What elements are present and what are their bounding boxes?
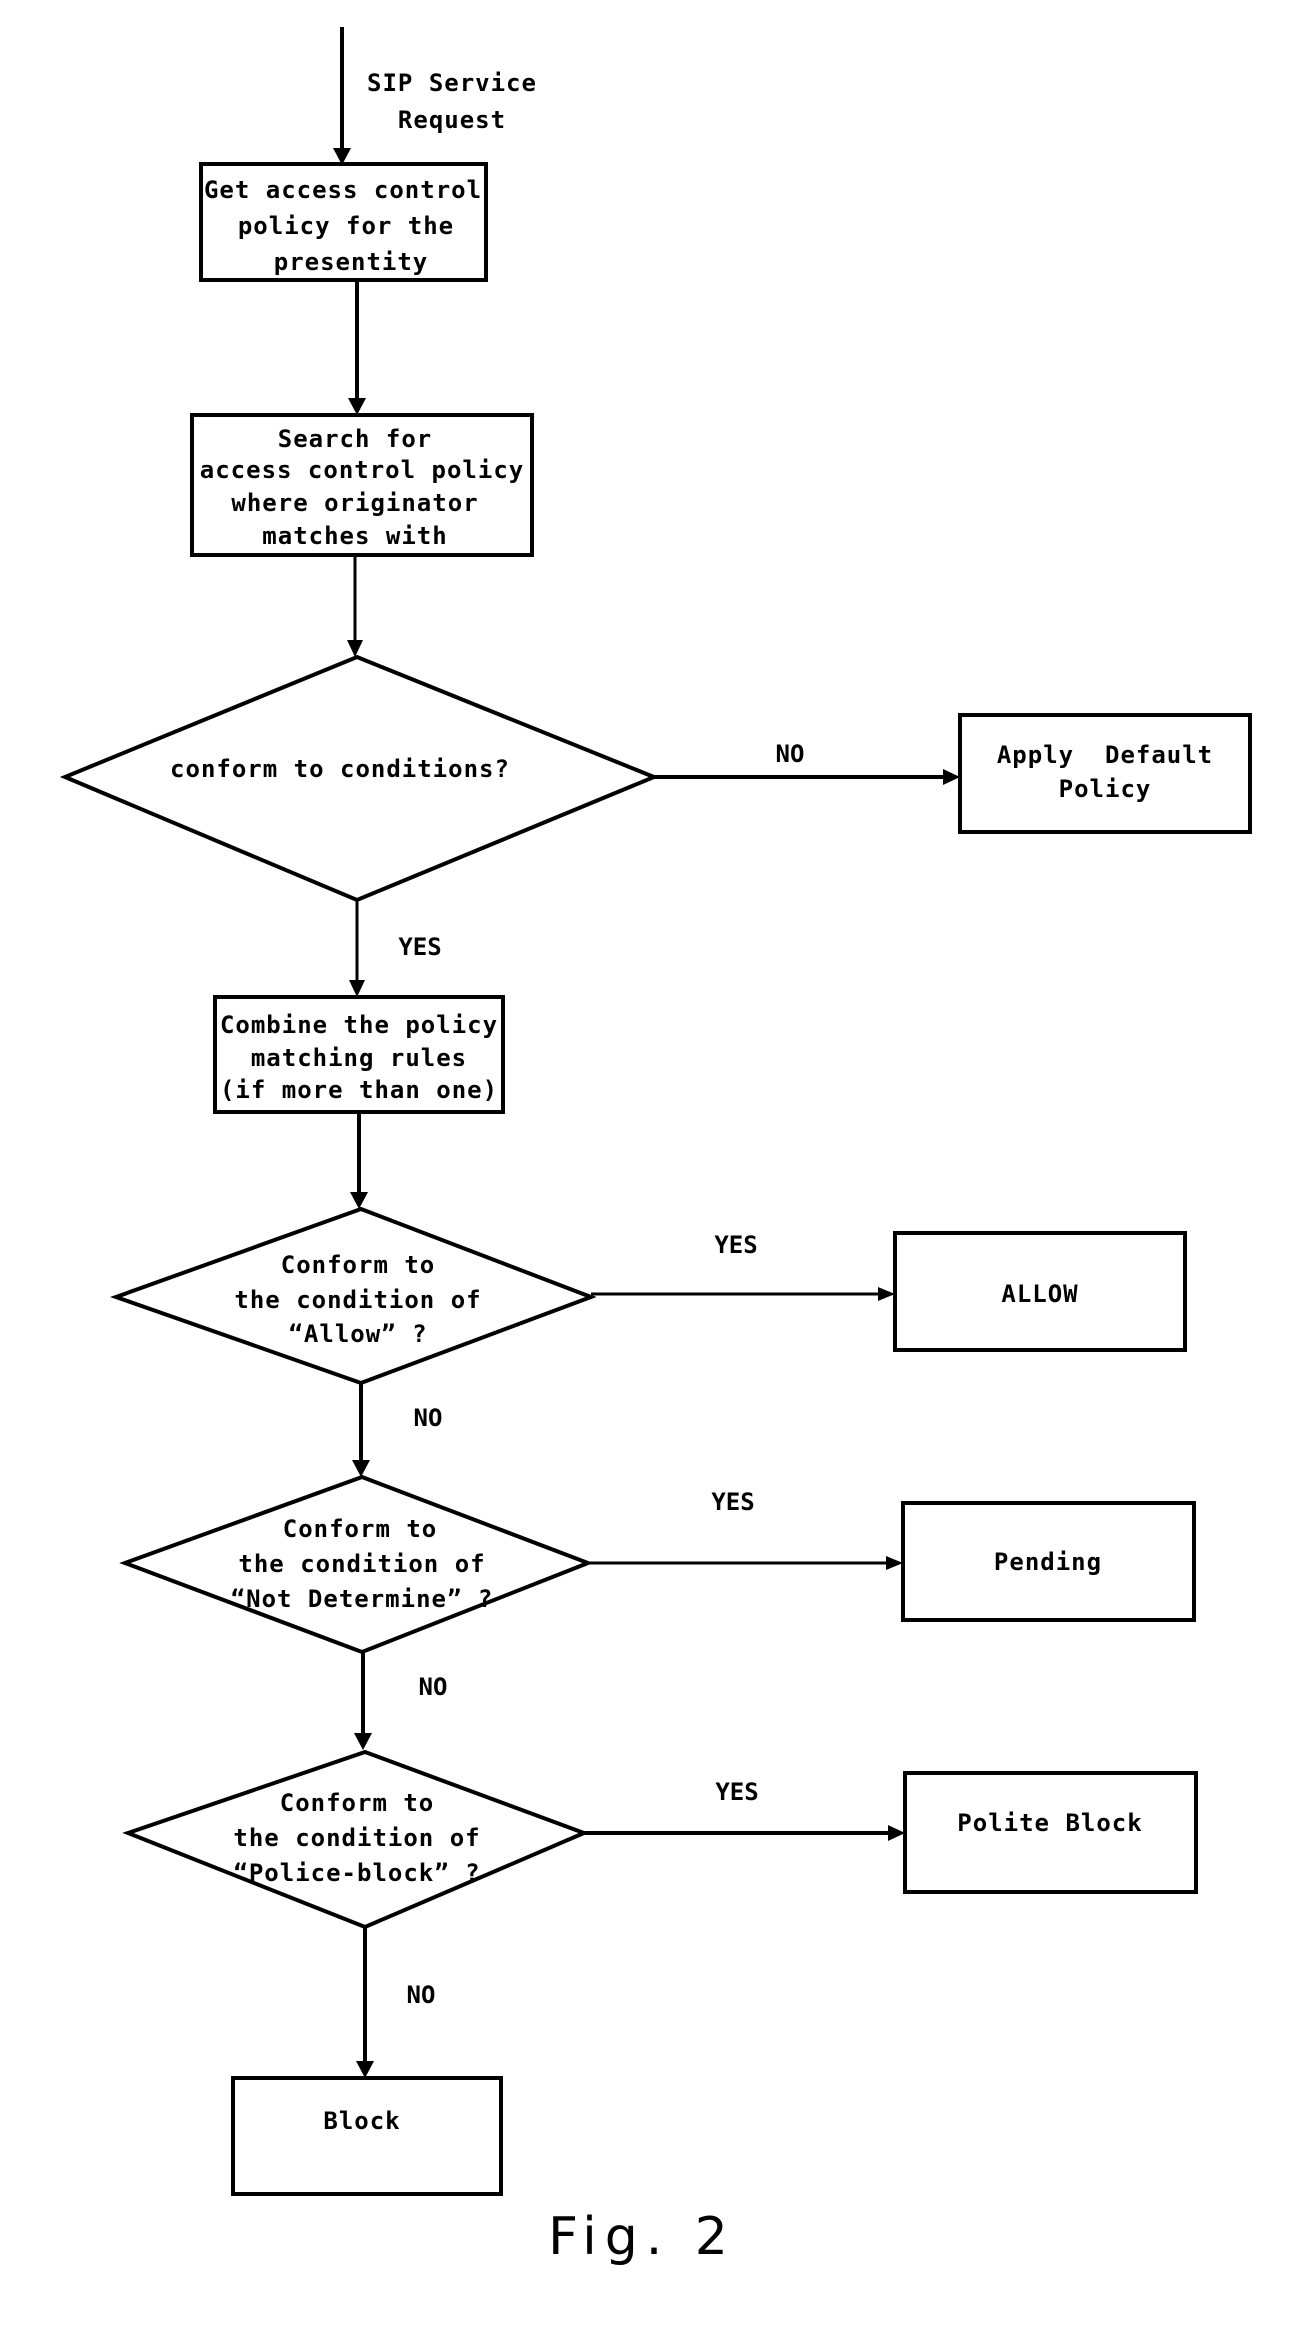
decision-label-line: “Allow” ?	[288, 1320, 427, 1348]
node-block: Block	[231, 2076, 503, 2196]
node-get-policy: Get access control policy for the presen…	[199, 162, 488, 282]
process-box	[231, 2076, 503, 2196]
decision-not-determine: Conform to the condition of “Not Determi…	[119, 1474, 594, 1655]
arrowhead-icon	[943, 769, 960, 785]
arrowhead-icon	[356, 2061, 374, 2078]
flowchart: SIP Service Request Get access control p…	[59, 27, 1252, 2267]
edge-label-yes: YES	[714, 1231, 757, 1259]
entry-label: SIP Service Request	[367, 69, 537, 134]
decision-label-line: “Not Determine” ?	[231, 1585, 494, 1613]
arrowhead-icon	[352, 1460, 370, 1477]
arrowhead-icon	[347, 640, 363, 657]
decision-label-line: “Police-block” ?	[233, 1859, 480, 1887]
entry-label-line-1: SIP Service	[367, 69, 537, 97]
decision-conform-conditions: conform to conditions?	[59, 654, 660, 903]
node-label-line: presentity	[274, 248, 429, 276]
node-label-line: Pending	[994, 1548, 1102, 1576]
decision-label-line: Conform to	[281, 1251, 436, 1279]
arrowhead-icon	[350, 1192, 368, 1209]
decision-label-line: the condition of	[233, 1824, 480, 1852]
decision-label-line: Conform to	[280, 1789, 435, 1817]
node-label-line: Block	[323, 2107, 400, 2135]
arrowhead-icon	[354, 1733, 372, 1750]
decision-label-line: the condition of	[234, 1286, 481, 1314]
node-combine-rules: Combine the policy matching rules (if mo…	[213, 995, 505, 1114]
node-label-line: Search for	[278, 425, 433, 453]
edge-label-no: NO	[419, 1673, 448, 1701]
node-label-line: matching rules	[251, 1044, 467, 1072]
node-apply-default: Apply Default Policy	[958, 713, 1252, 834]
node-search-policy: Search for access control policy where o…	[190, 413, 534, 557]
edge-label-yes: YES	[715, 1778, 758, 1806]
decision-police-block: Conform to the condition of “Police-bloc…	[122, 1749, 590, 1930]
arrowhead-icon	[349, 980, 365, 997]
node-label-line: Policy	[1059, 775, 1152, 803]
arrowhead-icon	[886, 1556, 903, 1570]
edge-label-no: NO	[414, 1404, 443, 1432]
decision-label-line: Conform to	[283, 1515, 438, 1543]
node-label-line: Apply Default	[997, 741, 1213, 769]
edge-label-yes: YES	[711, 1488, 754, 1516]
edge-label-no: NO	[407, 1981, 436, 2009]
node-label-line: Get access control	[204, 176, 482, 204]
arrowhead-icon	[878, 1287, 895, 1301]
process-box	[958, 713, 1252, 834]
node-label-line: matches with	[262, 522, 447, 550]
figure-caption: Fig. 2	[548, 2207, 736, 2267]
node-label-line: access control policy	[200, 456, 524, 484]
node-label-line: Combine the policy	[220, 1011, 498, 1039]
arrowhead-icon	[348, 398, 366, 415]
edge-label-no: NO	[776, 740, 805, 768]
arrowhead-icon	[888, 1825, 905, 1841]
decision-label-line: conform to conditions?	[170, 755, 510, 783]
entry-label-line-2: Request	[398, 106, 506, 134]
node-label-line: where originator	[231, 489, 478, 517]
node-polite-block: Polite Block	[903, 1771, 1198, 1894]
node-label-line: policy for the	[238, 212, 454, 240]
node-label-line: ALLOW	[1001, 1280, 1078, 1308]
node-label-line: Polite Block	[957, 1809, 1142, 1837]
node-allow: ALLOW	[893, 1231, 1187, 1352]
decision-label-line: the condition of	[238, 1550, 485, 1578]
edge-label-yes: YES	[398, 933, 441, 961]
node-pending: Pending	[901, 1501, 1196, 1622]
decision-allow: Conform to the condition of “Allow” ?	[110, 1206, 597, 1386]
node-label-line: (if more than one)	[220, 1076, 498, 1104]
